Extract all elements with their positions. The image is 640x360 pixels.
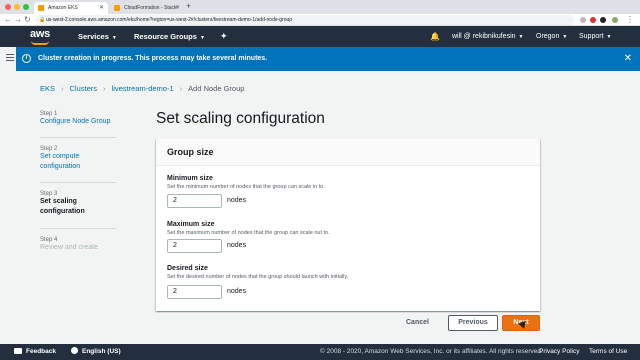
aws-top-nav: aws Services ▼ Resource Groups ▼ ✦ 🔔 will … — [0, 26, 640, 47]
tab-title: Amazon EKS — [48, 5, 78, 11]
feedback-link[interactable]: Feedback — [14, 344, 56, 360]
breadcrumb: EKS › Clusters › livestream-demo-1 › Add Node … — [40, 84, 244, 93]
language-label: English (US) — [82, 348, 121, 355]
step-divider — [40, 228, 116, 229]
panel-header: Group size — [156, 139, 540, 166]
globe-icon — [71, 347, 78, 354]
browser-tab-eks[interactable]: Amazon EKS ✕ — [34, 2, 108, 14]
step-link-set-compute-configuration[interactable]: Set compute configuration — [40, 152, 120, 172]
maximum-size-input[interactable]: 2 — [167, 239, 222, 253]
aws-favicon-icon — [38, 5, 44, 11]
tab-close-icon[interactable]: ✕ — [175, 2, 180, 14]
services-menu[interactable]: Services ▼ — [78, 26, 117, 49]
chevron-down-icon: ▼ — [562, 34, 568, 40]
dismiss-icon[interactable]: ✕ — [624, 47, 632, 71]
copyright-text: © 2008 - 2020, Amazon Web Services, Inc.… — [320, 348, 543, 355]
group-size-panel: Group size Minimum size Set the minimum … — [156, 139, 540, 311]
tab-title: CloudFormation - Stack — [124, 5, 177, 11]
info-flashbar: i Cluster creation in progress. This pro… — [16, 47, 640, 71]
info-icon: i — [22, 54, 31, 63]
previous-button[interactable]: Previous — [448, 315, 498, 331]
breadcrumb-eks[interactable]: EKS — [40, 84, 55, 93]
chevron-right-icon: › — [103, 84, 106, 93]
terms-of-use-link[interactable]: Terms of Use — [589, 344, 627, 360]
cancel-button[interactable]: Cancel — [406, 319, 429, 326]
chevron-down-icon: ▼ — [199, 35, 205, 41]
minimum-size-label: Minimum size — [167, 175, 213, 182]
extension-icon[interactable] — [590, 17, 596, 23]
maximum-size-unit: nodes — [227, 242, 247, 249]
new-tab-icon[interactable]: + — [186, 1, 191, 11]
step-link-configure-node-group[interactable]: Configure Node Group — [40, 117, 120, 127]
url-text: us-west-2.console.aws.amazon.com/eks/hom… — [46, 17, 293, 23]
browser-address-bar: ← → ↻ 🔒 us-west-2.console.aws.amazon.com… — [0, 14, 640, 26]
reload-icon[interactable]: ↻ — [24, 14, 31, 26]
profile-avatar[interactable] — [612, 17, 618, 23]
desired-size-input[interactable]: 2 — [167, 285, 222, 299]
chevron-right-icon: › — [61, 84, 64, 93]
minimum-size-input[interactable]: 2 — [167, 194, 222, 208]
forward-icon[interactable]: → — [14, 14, 22, 26]
minimum-size-description: Set the minimum number of nodes that the… — [167, 184, 325, 190]
browser-tab-bar: Amazon EKS ✕ CloudFormation - Stack ✕ + — [0, 0, 640, 14]
support-label: Support — [579, 33, 604, 40]
step-divider — [40, 182, 116, 183]
desired-size-description: Set the desired number of nodes that the… — [167, 274, 349, 280]
chevron-right-icon: › — [179, 84, 183, 93]
step-review-and-create: Review and create — [40, 244, 98, 251]
browser-menu-icon[interactable]: ⋮ — [626, 14, 634, 26]
step-current-set-scaling-configuration: Set scaling configuration — [40, 198, 85, 215]
bell-icon[interactable]: 🔔 — [430, 26, 440, 47]
pin-icon[interactable]: ✦ — [220, 26, 228, 47]
chevron-down-icon: ▼ — [111, 35, 117, 41]
panel-heading: Group size — [167, 147, 214, 157]
wizard-step-3: Step 3 Set scaling configuration — [40, 191, 120, 217]
breadcrumb-cluster[interactable]: livestream-demo-1 — [112, 84, 174, 93]
window-maximize-icon[interactable] — [23, 4, 29, 10]
services-label: Services — [78, 32, 109, 41]
extension-icon[interactable] — [600, 17, 606, 23]
tab-close-icon[interactable]: ✕ — [99, 2, 104, 14]
resource-groups-label: Resource Groups — [134, 32, 197, 41]
desired-size-label: Desired size — [167, 265, 208, 272]
region-menu[interactable]: Oregon ▼ — [536, 26, 567, 48]
lock-icon: 🔒 — [39, 17, 46, 23]
wizard-step-1: Step 1 Configure Node Group — [40, 111, 120, 127]
window-minimize-icon[interactable] — [14, 4, 20, 10]
step-divider — [40, 137, 116, 138]
feedback-label: Feedback — [26, 348, 56, 355]
url-input[interactable]: 🔒 us-west-2.console.aws.amazon.com/eks/h… — [36, 15, 574, 25]
account-label: will @ rekibnikufesin — [452, 33, 516, 40]
account-menu[interactable]: will @ rekibnikufesin ▼ — [452, 26, 523, 48]
chevron-down-icon: ▼ — [606, 34, 612, 40]
extension-icon[interactable] — [580, 17, 586, 23]
minimum-size-unit: nodes — [227, 197, 247, 204]
privacy-policy-link[interactable]: Privacy Policy — [539, 344, 579, 360]
desired-size-unit: nodes — [227, 288, 247, 295]
maximum-size-label: Maximum size — [167, 221, 215, 228]
wizard-step-4: Step 4 Review and create — [40, 237, 120, 253]
aws-logo[interactable]: aws — [30, 28, 50, 40]
breadcrumb-current: Add Node Group — [188, 84, 245, 93]
breadcrumb-clusters[interactable]: Clusters — [70, 84, 98, 93]
chevron-down-icon: ▼ — [518, 34, 524, 40]
browser-tab-cloudformation[interactable]: CloudFormation - Stack ✕ — [110, 2, 184, 14]
region-label: Oregon — [536, 33, 560, 40]
console-footer: Feedback English (US) © 2008 - 2020, Ama… — [0, 344, 640, 360]
back-icon[interactable]: ← — [4, 14, 12, 26]
speech-bubble-icon — [14, 348, 22, 354]
maximum-size-description: Set the maximum number of nodes that the… — [167, 230, 330, 236]
aws-favicon-icon — [114, 5, 120, 11]
page-title: Set scaling configuration — [156, 110, 325, 127]
window-close-icon[interactable] — [5, 4, 11, 10]
side-nav-toggle-icon[interactable] — [6, 54, 14, 63]
support-menu[interactable]: Support ▼ — [579, 26, 611, 48]
resource-groups-menu[interactable]: Resource Groups ▼ — [134, 26, 205, 49]
wizard-step-2: Step 2 Set compute configuration — [40, 146, 120, 172]
flashbar-message: Cluster creation in progress. This proce… — [38, 55, 268, 62]
aws-logo-smile-icon — [31, 41, 49, 45]
language-selector[interactable]: English (US) — [71, 344, 121, 360]
